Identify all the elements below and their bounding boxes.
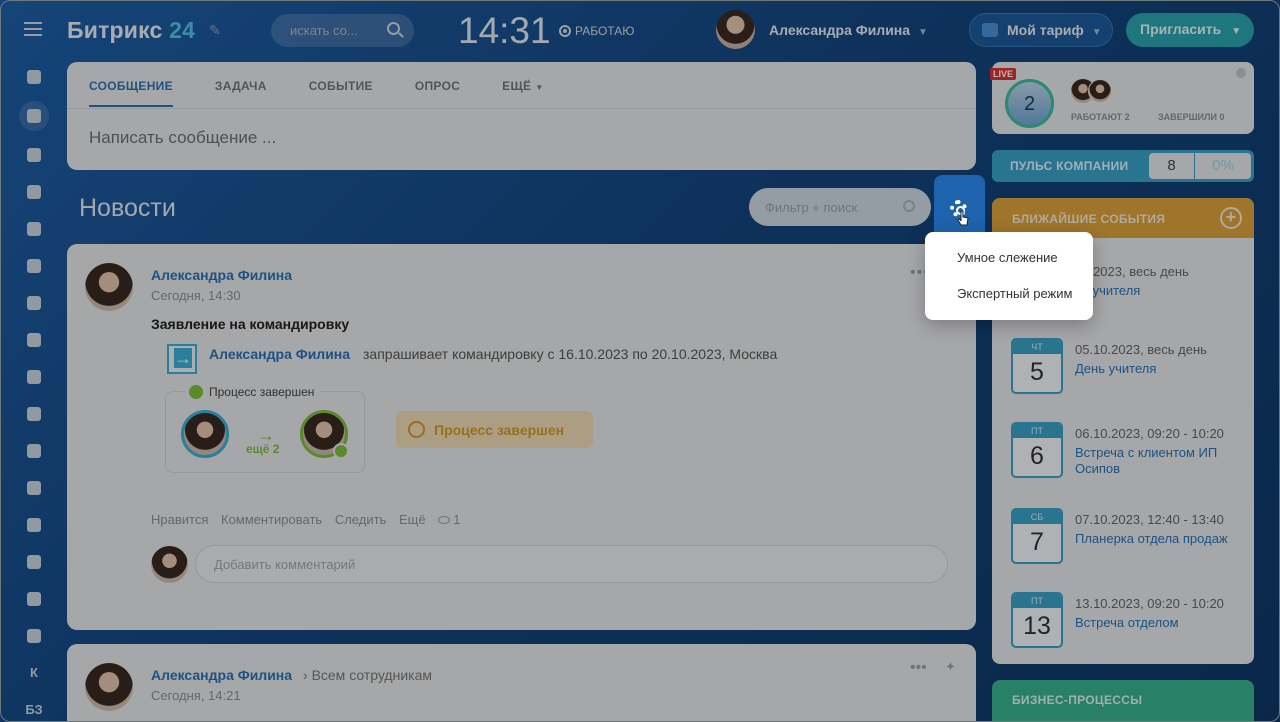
menu-item-expert-mode[interactable]: Экспертный режим — [925, 276, 1093, 312]
window-frame — [0, 0, 1280, 722]
menu-item-smart-tracking[interactable]: Умное слежение — [925, 240, 1093, 276]
settings-menu: Умное слежение Экспертный режим — [925, 232, 1093, 320]
settings-button[interactable] — [934, 175, 985, 237]
hand-cursor-icon — [957, 210, 969, 226]
